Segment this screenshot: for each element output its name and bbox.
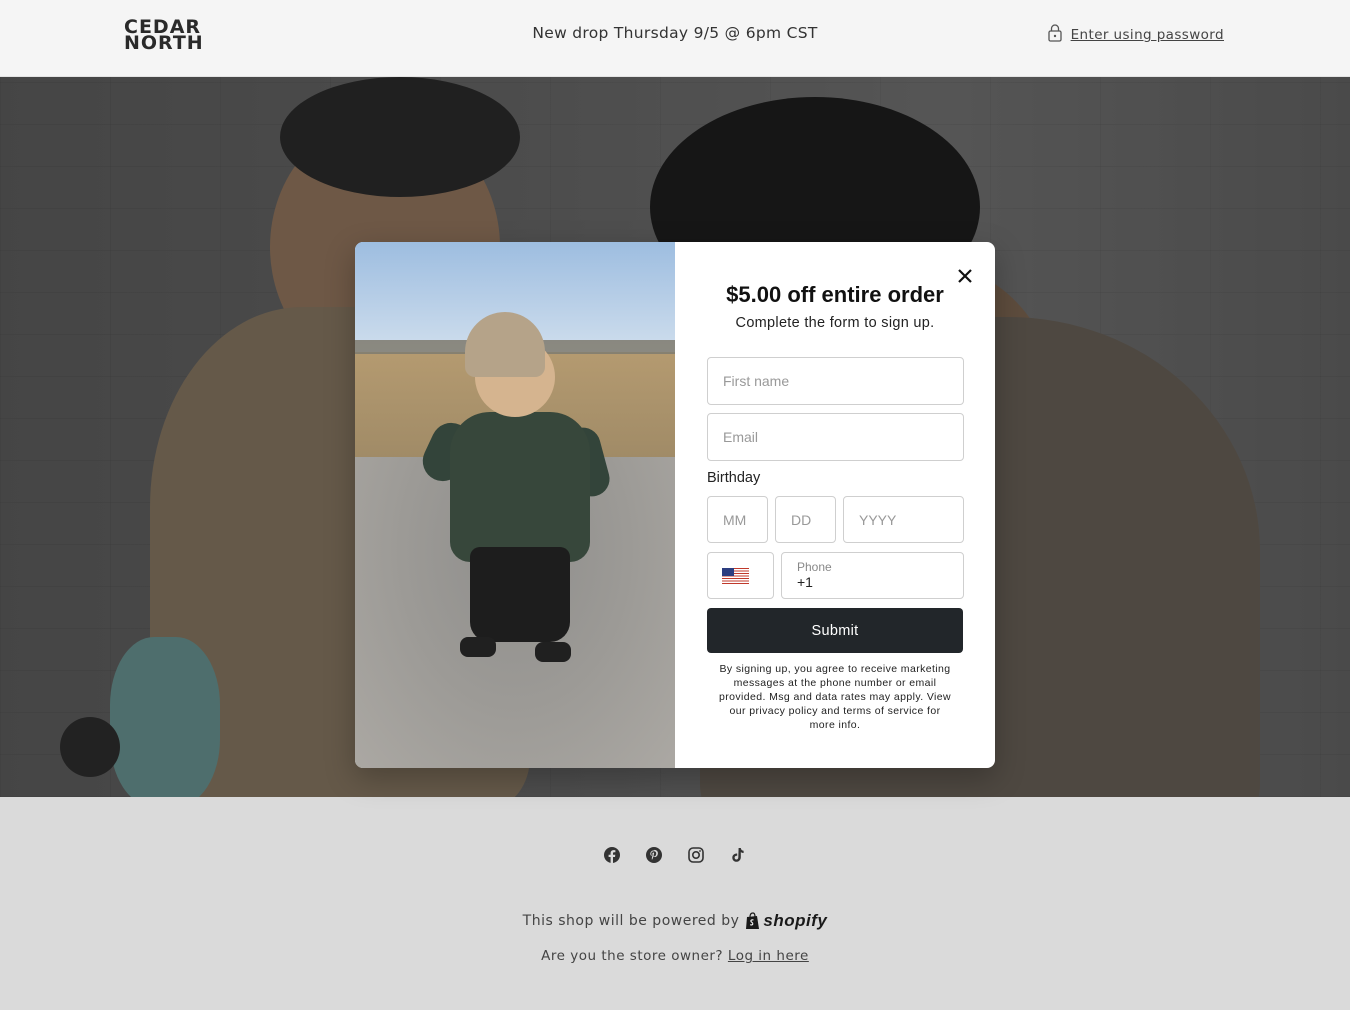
powered-by: This shop will be powered by shopify — [0, 911, 1350, 931]
day-placeholder: DD — [791, 511, 812, 528]
shopify-bag-icon — [746, 912, 760, 929]
birth-month-field[interactable]: MM — [707, 496, 768, 543]
first-name-field[interactable]: First name — [707, 357, 964, 405]
us-flag-icon — [722, 567, 749, 584]
year-placeholder: YYYY — [859, 511, 897, 528]
lock-icon — [1047, 24, 1062, 46]
birthday-label: Birthday — [707, 470, 761, 486]
social-links — [0, 847, 1350, 863]
site-header: CEDAR NORTH New drop Thursday 9/5 @ 6pm … — [0, 0, 1350, 77]
phone-label: Phone — [797, 560, 832, 574]
signup-popup: $5.00 off entire order Complete the form… — [355, 242, 995, 768]
shopify-logo[interactable]: shopify — [745, 911, 827, 931]
facebook-icon[interactable] — [604, 847, 620, 863]
country-code-select[interactable] — [707, 552, 774, 599]
instagram-icon[interactable] — [688, 847, 704, 863]
legal-disclaimer: By signing up, you agree to receive mark… — [719, 663, 951, 731]
store-owner-line: Are you the store owner? Log in here — [0, 948, 1350, 964]
powered-text: This shop will be powered by — [522, 913, 740, 929]
phone-value: +1 — [797, 574, 813, 590]
enter-password-label: Enter using password — [1070, 27, 1224, 43]
owner-text: Are you the store owner? — [541, 948, 724, 964]
popup-title: $5.00 off entire order — [726, 282, 944, 307]
tiktok-icon[interactable] — [730, 847, 746, 863]
email-field[interactable]: Email — [707, 413, 964, 461]
popup-image — [355, 242, 675, 768]
first-name-placeholder: First name — [723, 373, 790, 389]
pinterest-icon[interactable] — [646, 847, 662, 863]
phone-field[interactable]: Phone +1 — [781, 552, 964, 599]
birth-year-field[interactable]: YYYY — [843, 496, 964, 543]
month-placeholder: MM — [723, 511, 747, 528]
popup-subtitle: Complete the form to sign up. — [735, 315, 935, 331]
shopify-label: shopify — [763, 911, 828, 930]
birth-day-field[interactable]: DD — [775, 496, 836, 543]
login-link[interactable]: Log in here — [728, 948, 809, 964]
submit-button[interactable]: Submit — [707, 608, 963, 653]
email-placeholder: Email — [723, 429, 759, 445]
enter-password-link[interactable]: Enter using password — [1047, 24, 1224, 46]
signup-form: $5.00 off entire order Complete the form… — [675, 242, 995, 768]
site-footer: This shop will be powered by shopify Are… — [0, 797, 1350, 1010]
